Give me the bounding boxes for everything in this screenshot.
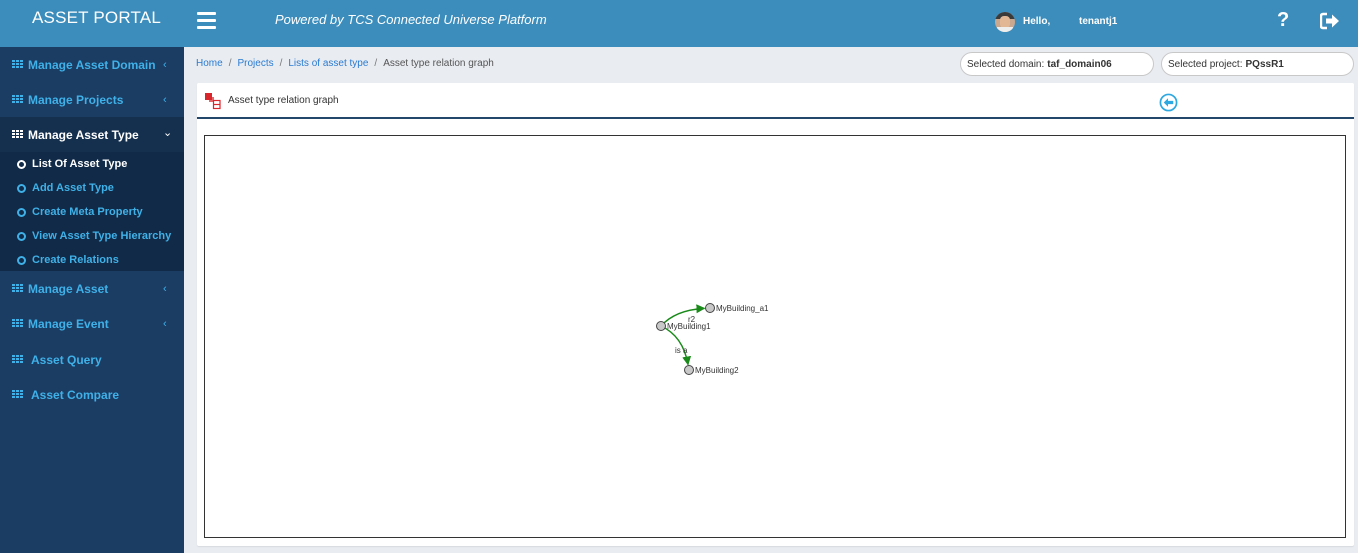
relation-graph-svg[interactable]: r2is a MyBuilding1MyBuilding_a1MyBuildin… <box>205 136 1345 537</box>
circle-icon <box>17 207 26 217</box>
hamburger-icon[interactable] <box>197 12 216 29</box>
grid-icon <box>12 284 23 293</box>
breadcrumb-separator: / <box>374 58 378 69</box>
submenu-item-create-meta-property[interactable]: Create Meta Property <box>0 200 184 224</box>
submenu-item-view-asset-type-hierarchy[interactable]: View Asset Type Hierarchy <box>0 224 184 248</box>
breadcrumb-current: Asset type relation graph <box>383 58 494 69</box>
graph-node[interactable]: MyBuilding1 <box>656 321 712 332</box>
selected-project-pill[interactable]: Selected project: PQssR1 <box>1161 52 1354 76</box>
submenu-item-label: List Of Asset Type <box>32 158 128 170</box>
sidebar-item-label: Manage Asset Type <box>28 127 139 142</box>
submenu-item-add-asset-type[interactable]: Add Asset Type <box>0 176 184 200</box>
selected-domain-value: taf_domain06 <box>1047 58 1112 70</box>
submenu-item-label: Create Meta Property <box>32 206 143 218</box>
selected-project-value: PQssR1 <box>1245 58 1284 70</box>
sidebar-item-manage-projects[interactable]: Manage Projects ‹ <box>0 82 184 117</box>
top-header: ASSET PORTAL Powered by TCS Connected Un… <box>0 0 1358 47</box>
sidebar-item-manage-asset[interactable]: Manage Asset ‹ <box>0 271 184 306</box>
sidebar-item-label: Manage Event <box>28 316 109 331</box>
circle-icon <box>17 159 26 169</box>
sidebar-item-label: Asset Compare <box>31 387 120 402</box>
graph-node-label: MyBuilding2 <box>695 366 739 375</box>
panel-header: Asset type relation graph <box>197 83 1354 119</box>
submenu-item-create-relations[interactable]: Create Relations <box>0 248 184 272</box>
selected-domain-pill[interactable]: Selected domain: taf_domain06 <box>960 52 1154 76</box>
greeting-text: Hello, <box>1023 16 1051 27</box>
relation-graph-icon <box>205 93 221 110</box>
breadcrumb-home[interactable]: Home <box>196 58 223 69</box>
graph-node-label: MyBuilding_a1 <box>716 304 769 313</box>
sidebar-item-manage-asset-type[interactable]: Manage Asset Type ⌄ <box>0 117 184 152</box>
graph-panel: Asset type relation graph r2 is a MyBuild… <box>197 83 1354 546</box>
breadcrumb-projects[interactable]: Projects <box>237 58 273 69</box>
sign-out-icon[interactable] <box>1320 12 1340 30</box>
grid-icon <box>12 355 23 364</box>
selected-project-label: Selected project: <box>1168 58 1243 70</box>
sidebar-item-label: Manage Asset <box>28 281 109 296</box>
chevron-left-icon: ‹ <box>163 93 167 106</box>
sidebar-item-label: Asset Query <box>31 352 102 367</box>
submenu-asset-type: List Of Asset Type Add Asset Type Create… <box>0 152 184 271</box>
grid-icon <box>12 319 23 328</box>
graph-node-label: MyBuilding1 <box>667 322 711 331</box>
chevron-down-icon: ⌄ <box>163 127 173 139</box>
submenu-item-list-of-asset-type[interactable]: List Of Asset Type <box>0 152 184 176</box>
brand-title[interactable]: ASSET PORTAL <box>32 8 161 28</box>
sidebar-item-manage-asset-domain[interactable]: Manage Asset Domain ‹ <box>0 47 184 82</box>
sidebar-item-label: Manage Asset Domain <box>28 57 156 72</box>
chevron-left-icon: ‹ <box>163 58 167 71</box>
graph-node-circle[interactable] <box>705 303 715 313</box>
relation-graph-canvas[interactable]: r2 is a MyBuilding1 MyBuilding_a1 MyBuildin… <box>204 135 1346 538</box>
selected-domain-label: Selected domain: <box>967 58 1045 70</box>
chevron-left-icon: ‹ <box>163 317 167 330</box>
breadcrumb-separator: / <box>279 58 283 69</box>
sidebar: Manage Asset Domain ‹ Manage Projects ‹ … <box>0 47 184 553</box>
chevron-left-icon: ‹ <box>163 282 167 295</box>
circle-icon <box>17 255 26 265</box>
grid-icon <box>12 95 23 104</box>
avatar <box>995 12 1015 32</box>
sidebar-item-asset-query[interactable]: Asset Query <box>0 342 184 377</box>
graph-edge-label: is a <box>675 346 688 355</box>
submenu-item-label: View Asset Type Hierarchy <box>32 230 172 242</box>
grid-icon <box>12 60 23 69</box>
arrow-circle-left-icon[interactable] <box>1159 93 1178 112</box>
breadcrumb-lists-of-asset-type[interactable]: Lists of asset type <box>288 58 368 69</box>
sidebar-item-asset-compare[interactable]: Asset Compare <box>0 377 184 412</box>
panel-title: Asset type relation graph <box>228 95 339 106</box>
sidebar-item-manage-event[interactable]: Manage Event ‹ <box>0 306 184 341</box>
username[interactable]: tenantj1 <box>1079 16 1117 27</box>
graph-node-circle[interactable] <box>684 365 694 375</box>
sidebar-item-label: Manage Projects <box>28 92 124 107</box>
circle-icon <box>17 231 26 241</box>
breadcrumb: Home / Projects / Lists of asset type / Asset … <box>196 58 494 69</box>
graph-node[interactable]: MyBuilding_a1 <box>705 303 770 314</box>
breadcrumb-separator: / <box>228 58 232 69</box>
grid-icon <box>12 130 23 139</box>
grid-icon <box>12 390 23 399</box>
powered-by-text: Powered by TCS Connected Universe Platfo… <box>275 12 547 27</box>
question-icon[interactable]: ? <box>1277 9 1289 32</box>
submenu-item-label: Add Asset Type <box>32 182 114 194</box>
submenu-item-label: Create Relations <box>32 254 119 266</box>
circle-icon <box>17 183 26 193</box>
graph-node-circle[interactable] <box>656 321 666 331</box>
graph-node[interactable]: MyBuilding2 <box>684 365 740 376</box>
